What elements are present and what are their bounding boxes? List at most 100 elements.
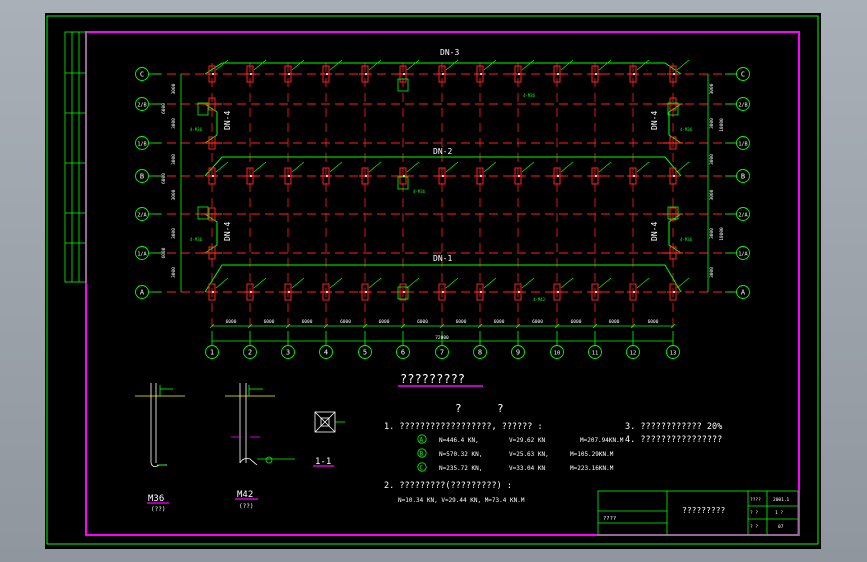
beam-outline <box>204 156 682 177</box>
column-leader <box>636 277 650 289</box>
foundation-plan-drawing: C C2/B 2/B1/B 1/BB B2/A 2/A1/A 1/AA A1 2 3 4 5 6 7 8 9 1… <box>46 15 819 545</box>
col-axis-label: 6 <box>401 349 405 357</box>
side-beam-label: DN-4 <box>650 111 659 130</box>
detail-m42 <box>225 383 295 466</box>
left-dim-text: 3000 <box>171 154 177 165</box>
notes-heading: ????????? <box>400 372 465 386</box>
anchor-bolt <box>365 175 367 177</box>
col-axis-label: 7 <box>440 349 444 357</box>
bottom-dim-text: 6000 <box>571 319 582 325</box>
column-leader <box>676 161 690 173</box>
row-axis-label: C <box>741 71 745 79</box>
anchor-bolt <box>595 175 597 177</box>
svg-text:B: B <box>420 451 424 458</box>
binding-strip <box>64 31 87 283</box>
column-leader <box>329 161 343 173</box>
col-axis-label: 4 <box>324 349 328 357</box>
detail-block <box>197 206 209 220</box>
anchor-bolt <box>557 73 559 75</box>
side-beam-label: DN-4 <box>223 111 232 130</box>
titleblock-drawing-name: ????????? <box>682 506 726 515</box>
svg-text:M=105.29KN.M: M=105.29KN.M <box>570 451 614 458</box>
detail-m36-sub: (??) <box>151 506 165 513</box>
column-leader <box>253 59 267 71</box>
column-leader <box>445 59 459 71</box>
side-beam-label: DN-4 <box>223 222 232 241</box>
anchor-bolt <box>212 73 214 75</box>
beam-outline <box>204 62 682 75</box>
right-dim-text: 3000 <box>709 154 715 165</box>
svg-text:M=223.16KN.M: M=223.16KN.M <box>570 465 614 472</box>
beam-outline <box>204 264 682 293</box>
load-row-c: C N=235.72 KN, V=33.04 KN M=223.16KN.M <box>417 462 614 472</box>
left-dim-text: 3000 <box>171 228 177 239</box>
drawing-sheet: C C 2/B 2/B 1/B 1/B B B 2/A 2/A 1/A 1/A A A 1 2 3 4 5 6 7 8 9 1… <box>45 13 821 549</box>
col-axis-label: 3 <box>286 349 290 357</box>
anchor-tag: 4-M36 <box>680 127 693 132</box>
row-axis-label: B <box>741 173 745 181</box>
anchor-tag: 4-M42 <box>533 297 546 302</box>
right-total-text: 18000 <box>719 227 725 241</box>
row-axis-label: 1/B <box>738 142 747 148</box>
titleblock-left-cell: ???? <box>603 516 616 522</box>
column-leader <box>329 277 343 289</box>
left-total-text: 6000 <box>161 103 167 114</box>
column-leader <box>560 59 574 71</box>
bottom-dim-text: 6000 <box>648 319 659 325</box>
row-axis-label: 2/A <box>137 213 147 219</box>
column-leader <box>598 277 612 289</box>
anchor-bolt <box>442 291 444 293</box>
col-axis-label: 13 <box>670 351 677 357</box>
column-leader <box>368 161 382 173</box>
anchor-bolt <box>403 291 405 293</box>
anchor-bolt <box>673 73 675 75</box>
anchor-bolt <box>288 73 290 75</box>
anchor-bolt <box>326 73 328 75</box>
column-leader <box>676 277 690 289</box>
dimension-lines: 6000 6000 6000 6000 6000 6000 6000 6000 6000 6000… <box>161 83 725 342</box>
row-axis-label: 2/A <box>738 213 748 219</box>
anchor-bolt <box>633 175 635 177</box>
left-total-text: 6000 <box>161 247 167 258</box>
bottom-dim-text: 6000 <box>417 319 428 325</box>
note-item-3: 3. ???????????? 20% <box>625 422 722 432</box>
anchor-bolt <box>480 73 482 75</box>
column-leader <box>560 277 574 289</box>
bottom-dim-text: 6000 <box>609 319 620 325</box>
bottom-dim-text: 6000 <box>532 319 543 325</box>
detail-m36 <box>135 383 185 467</box>
anchor-bolt <box>288 175 290 177</box>
section-1-1-detail <box>314 411 345 433</box>
column-leader <box>253 161 267 173</box>
column-leader <box>406 161 420 173</box>
row-axis-label: 1/B <box>137 142 146 148</box>
row-axis-label: 1/A <box>137 252 147 258</box>
anchor-bolt <box>480 291 482 293</box>
note-item-2: 2. ?????????(?????????) : <box>384 481 512 491</box>
svg-text:V=33.04 KN: V=33.04 KN <box>509 465 546 472</box>
column-leader <box>291 161 305 173</box>
anchor-bolt <box>212 175 214 177</box>
svg-text:V=25.63 KN,: V=25.63 KN, <box>509 451 549 458</box>
bottom-dim-text: 6000 <box>302 319 313 325</box>
col-axis-label: 2 <box>248 349 252 357</box>
load-row-b: B N=570.32 KN, V=25.63 KN, M=105.29KN.M <box>417 448 614 458</box>
row-axis-label: 2/B <box>137 103 146 109</box>
anchor-bolt <box>365 291 367 293</box>
anchor-bolt <box>250 73 252 75</box>
anchor-tag: 4-M36 <box>190 127 203 132</box>
anchor-bolt <box>633 73 635 75</box>
column-leader <box>676 59 690 71</box>
anchor-bolt <box>288 291 290 293</box>
column-leader <box>253 277 267 289</box>
titleblock-cell: ? ? <box>750 524 758 530</box>
beam-label-dn3: DN-3 <box>440 48 459 57</box>
anchor-tag: 4-M36 <box>190 237 203 242</box>
col-axis-label: 1 <box>210 349 214 357</box>
anchor-bolt <box>480 175 482 177</box>
titleblock-cell: 2001.1 <box>773 497 790 503</box>
anchor-bolt <box>403 73 405 75</box>
col-axis-label: 10 <box>554 351 561 357</box>
bottom-dim-text: 6000 <box>340 319 351 325</box>
column-leader <box>406 277 420 289</box>
